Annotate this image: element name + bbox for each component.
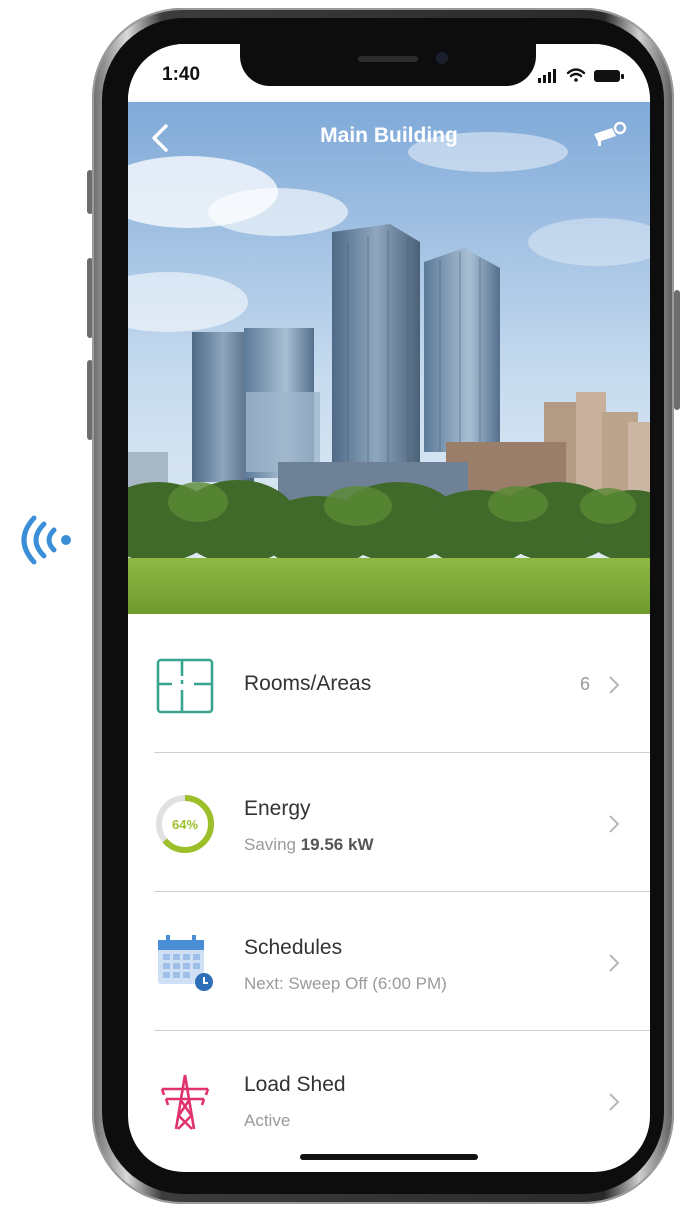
rooms-count: 6 bbox=[580, 674, 591, 694]
menu-label-energy: Energy bbox=[244, 797, 311, 820]
chevron-right-icon bbox=[609, 1093, 620, 1111]
wifi-icon bbox=[566, 68, 586, 82]
menu-item-load-shed[interactable]: Load Shed Active bbox=[128, 1031, 650, 1169]
floorplan-icon bbox=[156, 658, 214, 714]
status-time: 1:40 bbox=[162, 64, 201, 85]
menu-item-energy[interactable]: 64% Energy Saving 19.56 kW bbox=[128, 753, 650, 891]
energy-percent-label: 64% bbox=[172, 817, 198, 832]
load-shed-subtitle: Active bbox=[244, 1111, 291, 1130]
earpiece-speaker bbox=[358, 56, 418, 62]
calendar-clock-icon bbox=[158, 935, 213, 991]
security-camera-icon bbox=[594, 121, 627, 146]
home-indicator[interactable] bbox=[300, 1154, 478, 1160]
security-camera-button[interactable] bbox=[592, 120, 628, 150]
menu-item-schedules[interactable]: Schedules Next: Sweep Off (6:00 PM) bbox=[128, 892, 650, 1030]
menu-item-rooms-areas[interactable]: Rooms/Areas 6 bbox=[128, 614, 650, 752]
chevron-right-icon bbox=[609, 676, 620, 694]
status-icons bbox=[538, 68, 624, 83]
power-button bbox=[674, 290, 680, 410]
menu-label-schedules: Schedules bbox=[244, 936, 343, 959]
battery-icon bbox=[594, 70, 624, 82]
cellular-signal-icon bbox=[538, 69, 556, 83]
power-tower-icon bbox=[160, 1074, 210, 1130]
building-hero-image bbox=[128, 102, 650, 614]
page-title: Main Building bbox=[320, 124, 458, 147]
energy-sub-value: 19.56 kW bbox=[300, 835, 374, 854]
gauge-ring-icon: 64% bbox=[156, 795, 214, 853]
phone-screen: 1:40 Main Building Rooms/Areas 6 64% Ene… bbox=[128, 44, 650, 1172]
energy-subtitle: Saving 19.56 kW bbox=[244, 835, 373, 855]
menu-label-load-shed: Load Shed bbox=[244, 1073, 346, 1096]
wireless-signal-icon bbox=[21, 515, 71, 565]
chevron-right-icon bbox=[609, 815, 620, 833]
menu-label-rooms-areas: Rooms/Areas bbox=[244, 672, 372, 695]
chevron-right-icon bbox=[609, 954, 620, 972]
energy-sub-prefix: Saving bbox=[244, 835, 296, 854]
front-camera bbox=[436, 52, 448, 64]
notch bbox=[240, 44, 536, 86]
schedules-subtitle: Next: Sweep Off (6:00 PM) bbox=[244, 974, 447, 993]
